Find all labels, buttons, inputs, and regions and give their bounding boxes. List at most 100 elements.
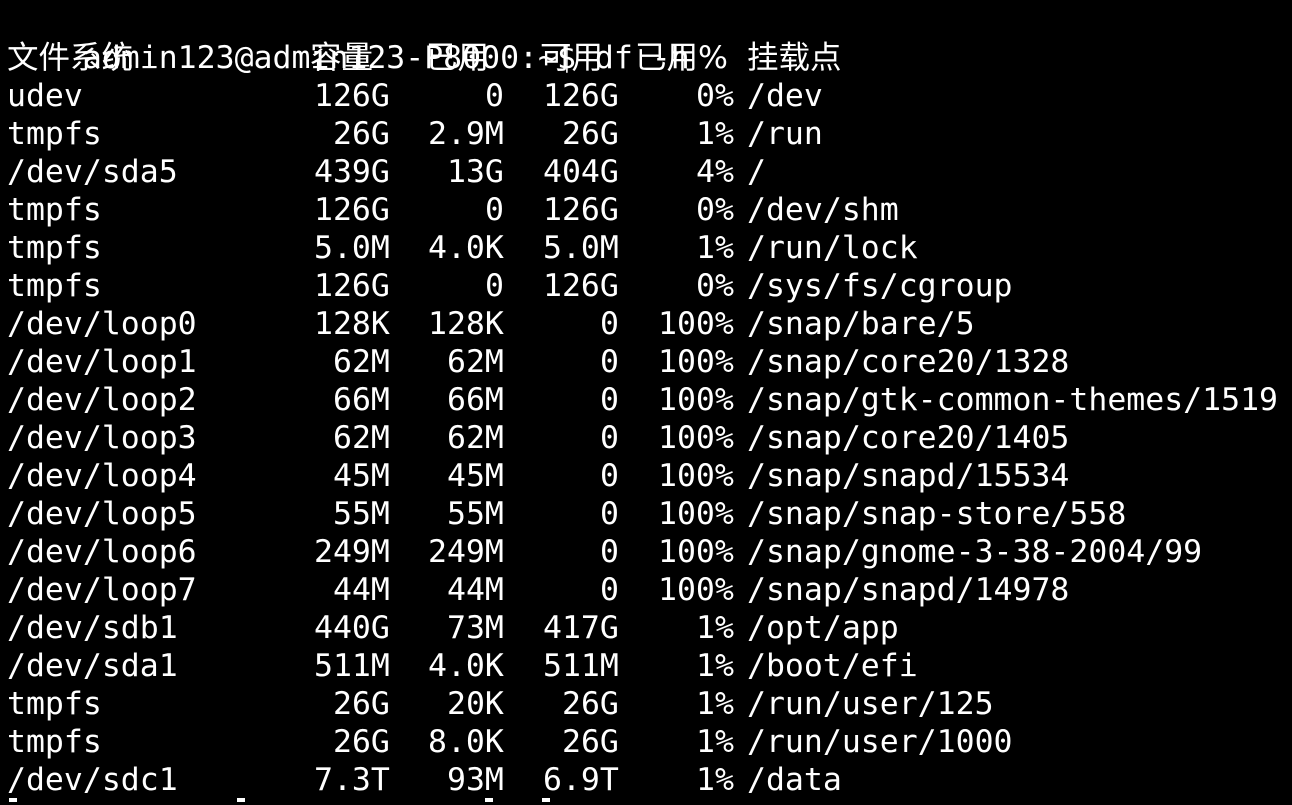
cell-size: 126G <box>314 268 390 304</box>
cell-used: 62M <box>447 420 504 456</box>
cell-avail: 511M <box>543 648 619 684</box>
cell-avail: 6.9T <box>543 762 619 798</box>
cell-avail: 0 <box>600 306 619 342</box>
table-row: /dev/loop3 62M 62M 0 100% /snap/core20/1405 <box>7 419 1069 457</box>
cell-use-percent: 0% <box>696 192 734 228</box>
cell-use-percent: 1% <box>696 230 734 266</box>
cell-filesystem: /dev/loop0 <box>7 306 197 342</box>
cell-use-percent: 100% <box>658 572 734 608</box>
cell-filesystem: tmpfs <box>7 192 102 228</box>
cell-mounted-on: /run/lock <box>747 230 918 266</box>
cell-use-percent: 1% <box>696 686 734 722</box>
table-row: /dev/loop2 66M 66M 0 100% /snap/gtk-common-th… <box>7 381 1278 419</box>
header-use-percent: 已用% <box>635 40 728 76</box>
cell-mounted-on: /snap/gtk-common-themes/1519 <box>747 382 1279 418</box>
cell-mounted-on: /dev <box>747 78 823 114</box>
cell-use-percent: 0% <box>696 268 734 304</box>
terminal-window[interactable]: admin123@admin123-P8000:~$ df -h 文件系统 容量… <box>0 0 1292 805</box>
cell-used: 0 <box>485 268 504 304</box>
cell-mounted-on: /run/user/1000 <box>747 724 1013 760</box>
cell-avail: 26G <box>562 686 619 722</box>
table-row: /dev/sdb1 440G 73M 417G 1% /opt/app <box>7 609 899 647</box>
command-line: admin123@admin123-P8000:~$ df -h <box>7 1 690 76</box>
cell-size: 26G <box>333 724 390 760</box>
cell-use-percent: 4% <box>696 154 734 190</box>
table-row: tmpfs 5.0M 4.0K 5.0M 1% /run/lock <box>7 229 918 267</box>
cell-avail: 0 <box>600 420 619 456</box>
cell-filesystem: /dev/sdc1 <box>7 762 178 798</box>
cell-used: 13G <box>447 154 504 190</box>
cell-use-percent: 100% <box>658 458 734 494</box>
table-row: /dev/loop4 45M 45M 0 100% /snap/snapd/15534 <box>7 457 1069 495</box>
cell-filesystem: /dev/loop2 <box>7 382 197 418</box>
cell-avail: 0 <box>600 382 619 418</box>
table-row: tmpfs 26G 2.9M 26G 1% /run <box>7 115 823 153</box>
cell-mounted-on: /snap/core20/1328 <box>747 344 1070 380</box>
cell-size: 511M <box>314 648 390 684</box>
cell-size: 26G <box>333 686 390 722</box>
cell-use-percent: 1% <box>696 762 734 798</box>
cell-mounted-on: /run/user/125 <box>747 686 994 722</box>
cell-filesystem: tmpfs <box>7 686 102 722</box>
cell-size: 249M <box>314 534 390 570</box>
cell-filesystem: /dev/loop1 <box>7 344 197 380</box>
cell-avail: 417G <box>543 610 619 646</box>
cell-used: 73M <box>447 610 504 646</box>
cell-used: 44M <box>447 572 504 608</box>
table-row: /dev/sda5 439G 13G 404G 4% / <box>7 153 766 191</box>
cell-size: 55M <box>333 496 390 532</box>
cell-use-percent: 100% <box>658 306 734 342</box>
cell-use-percent: 100% <box>658 496 734 532</box>
cell-filesystem: tmpfs <box>7 268 102 304</box>
table-row: /dev/loop6 249M 249M 0 100% /snap/gnome-3-38-… <box>7 533 1202 571</box>
cell-avail: 0 <box>600 572 619 608</box>
cell-size: 62M <box>333 344 390 380</box>
cell-mounted-on: /snap/core20/1405 <box>747 420 1070 456</box>
cell-mounted-on: /sys/fs/cgroup <box>747 268 1013 304</box>
cell-mounted-on: / <box>747 154 766 190</box>
cell-use-percent: 100% <box>658 382 734 418</box>
cell-use-percent: 0% <box>696 78 734 114</box>
cell-avail: 0 <box>600 458 619 494</box>
cell-filesystem: tmpfs <box>7 724 102 760</box>
cell-filesystem: /dev/loop5 <box>7 496 197 532</box>
cell-mounted-on: /opt/app <box>747 610 899 646</box>
table-row: tmpfs 26G 20K 26G 1% /run/user/125 <box>7 685 994 723</box>
table-row: /dev/loop5 55M 55M 0 100% /snap/snap-store/55… <box>7 495 1126 533</box>
cell-mounted-on: /snap/snap-store/558 <box>747 496 1127 532</box>
header-mounted-on: 挂载点 <box>747 40 842 76</box>
cell-size: 126G <box>314 192 390 228</box>
cell-size: 44M <box>333 572 390 608</box>
table-row: /dev/loop7 44M 44M 0 100% /snap/snapd/14978 <box>7 571 1069 609</box>
cell-used: 55M <box>447 496 504 532</box>
header-size: 容量 <box>310 40 374 76</box>
cell-use-percent: 100% <box>658 420 734 456</box>
cell-filesystem: /dev/sdb1 <box>7 610 178 646</box>
cell-size: 5.0M <box>314 230 390 266</box>
cell-mounted-on: /snap/bare/5 <box>747 306 975 342</box>
table-header: 文件系统 容量 已用 可用 已用% 挂载点 <box>7 39 1007 77</box>
cell-used: 0 <box>485 192 504 228</box>
cell-avail: 26G <box>562 724 619 760</box>
table-row: /dev/sda1 511M 4.0K 511M 1% /boot/efi <box>7 647 918 685</box>
table-row: udev 126G 0 126G 0% /dev <box>7 77 823 115</box>
cell-mounted-on: /data <box>747 762 842 798</box>
cell-used: 4.0K <box>428 648 504 684</box>
cell-mounted-on: /boot/efi <box>747 648 918 684</box>
cell-used: 249M <box>428 534 504 570</box>
cell-use-percent: 1% <box>696 648 734 684</box>
table-row: /dev/sdc1 7.3T 93M 6.9T 1% /data <box>7 761 842 799</box>
cell-mounted-on: /snap/gnome-3-38-2004/99 <box>747 534 1203 570</box>
cell-mounted-on: /snap/snapd/14978 <box>747 572 1070 608</box>
cell-used: 93M <box>447 762 504 798</box>
cell-used: 62M <box>447 344 504 380</box>
table-row: tmpfs 26G 8.0K 26G 1% /run/user/1000 <box>7 723 1013 761</box>
cell-filesystem: /dev/loop7 <box>7 572 197 608</box>
cell-use-percent: 1% <box>696 724 734 760</box>
cell-size: 45M <box>333 458 390 494</box>
cell-used: 45M <box>447 458 504 494</box>
cell-size: 66M <box>333 382 390 418</box>
cell-filesystem: tmpfs <box>7 116 102 152</box>
cell-filesystem: /dev/sda5 <box>7 154 178 190</box>
cut-off-next-line <box>7 798 707 805</box>
